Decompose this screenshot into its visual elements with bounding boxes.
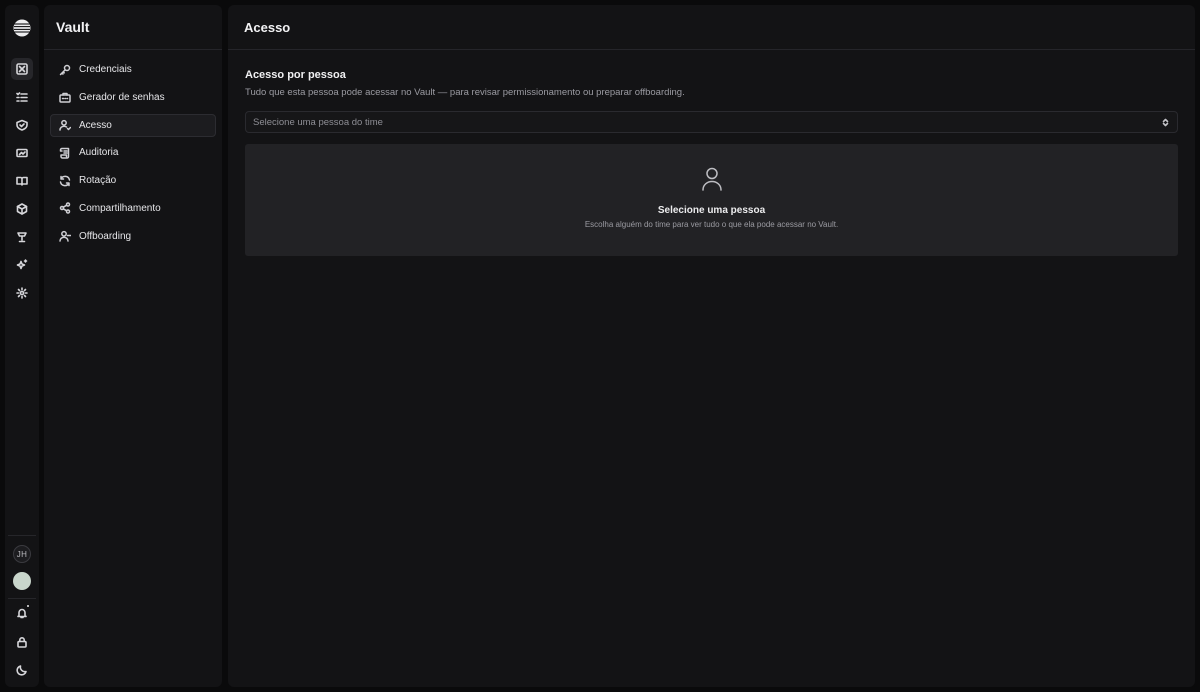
section-description: Tudo que esta pessoa pode acessar no Vau… — [245, 87, 685, 98]
sidebar: Vault Credenciais Gerador de senhas Aces… — [44, 5, 222, 687]
bell-icon — [17, 608, 27, 619]
chevron-up-down-icon — [1162, 118, 1169, 126]
main-content: Acesso por pessoa Tudo que esta pessoa p… — [228, 50, 1195, 256]
sidebar-item-label: Acesso — [79, 119, 112, 131]
sparkles-icon — [16, 259, 28, 270]
sidebar-title: Vault — [56, 19, 90, 35]
sidebar-item-label: Gerador de senhas — [79, 91, 165, 103]
lock-icon — [17, 637, 27, 648]
card-icon — [16, 148, 28, 158]
logo-icon[interactable] — [13, 19, 31, 37]
user-icon — [701, 167, 722, 191]
theme-toggle-button[interactable] — [11, 659, 33, 681]
main-header: Acesso — [228, 5, 1195, 50]
notification-badge — [26, 604, 30, 608]
generator-icon — [59, 93, 71, 104]
sidebar-item-offboarding[interactable]: Offboarding — [50, 225, 216, 248]
page-title: Acesso — [244, 19, 291, 35]
lamp-icon — [17, 232, 27, 243]
lock-button[interactable] — [11, 631, 33, 653]
rail-vault-button[interactable] — [11, 58, 33, 80]
sidebar-item-label: Compartilhamento — [79, 202, 161, 214]
package-icon — [16, 203, 28, 215]
user-avatar[interactable]: JH — [13, 545, 31, 563]
vault-icon — [16, 63, 28, 75]
sidebar-item-rotacao[interactable]: Rotação — [50, 169, 216, 192]
checklist-icon — [16, 92, 28, 102]
sidebar-nav: Credenciais Gerador de senhas Acesso Aud… — [44, 50, 222, 261]
shield-icon — [16, 119, 28, 131]
sidebar-item-label: Auditoria — [79, 147, 119, 159]
sidebar-item-auditoria[interactable]: Auditoria — [50, 141, 216, 164]
user-access-icon — [59, 119, 71, 131]
refresh-icon — [59, 175, 71, 187]
rail-divider — [8, 598, 36, 599]
book-icon — [16, 176, 28, 186]
audit-scroll-icon — [59, 147, 70, 159]
person-select-placeholder: Selecione uma pessoa do time — [253, 116, 383, 128]
rail-sparkles-button[interactable] — [11, 254, 33, 276]
gear-icon — [16, 287, 28, 299]
moon-icon — [16, 665, 27, 676]
section-title: Acesso por pessoa — [245, 69, 346, 81]
sidebar-item-label: Offboarding — [79, 230, 132, 242]
sidebar-header: Vault — [44, 5, 222, 50]
notifications-button[interactable] — [11, 602, 33, 624]
sidebar-item-acesso[interactable]: Acesso — [50, 113, 216, 137]
rail-checklist-button[interactable] — [11, 86, 33, 108]
key-icon — [59, 64, 71, 75]
person-select[interactable]: Selecione uma pessoa do time — [245, 111, 1178, 133]
sidebar-item-credenciais[interactable]: Credenciais — [50, 58, 216, 81]
main-panel: Acesso Acesso por pessoa Tudo que esta p… — [228, 5, 1195, 687]
sidebar-item-label: Rotação — [79, 175, 117, 187]
rail-settings-button[interactable] — [11, 282, 33, 304]
user-minus-icon — [59, 231, 71, 243]
rail-shield-button[interactable] — [11, 114, 33, 136]
rail-book-button[interactable] — [11, 170, 33, 192]
status-avatar[interactable] — [13, 572, 31, 590]
rail-divider — [8, 535, 36, 536]
icon-rail: JH — [5, 5, 39, 687]
empty-state-title: Selecione uma pessoa — [657, 205, 766, 216]
sidebar-item-gerador-de-senhas[interactable]: Gerador de senhas — [50, 86, 216, 109]
rail-lamp-button[interactable] — [11, 226, 33, 248]
sidebar-item-label: Credenciais — [79, 64, 132, 75]
rail-package-button[interactable] — [11, 198, 33, 220]
rail-card-button[interactable] — [11, 142, 33, 164]
share-icon — [59, 202, 71, 215]
empty-state: Selecione uma pessoa Escolha alguém do t… — [245, 144, 1178, 256]
sidebar-item-compartilhamento[interactable]: Compartilhamento — [50, 197, 216, 220]
app-root: JH Vault Credenciais Gerador de senhas A… — [0, 0, 1200, 692]
empty-state-description: Escolha alguém do time para ver tudo o q… — [584, 220, 839, 229]
